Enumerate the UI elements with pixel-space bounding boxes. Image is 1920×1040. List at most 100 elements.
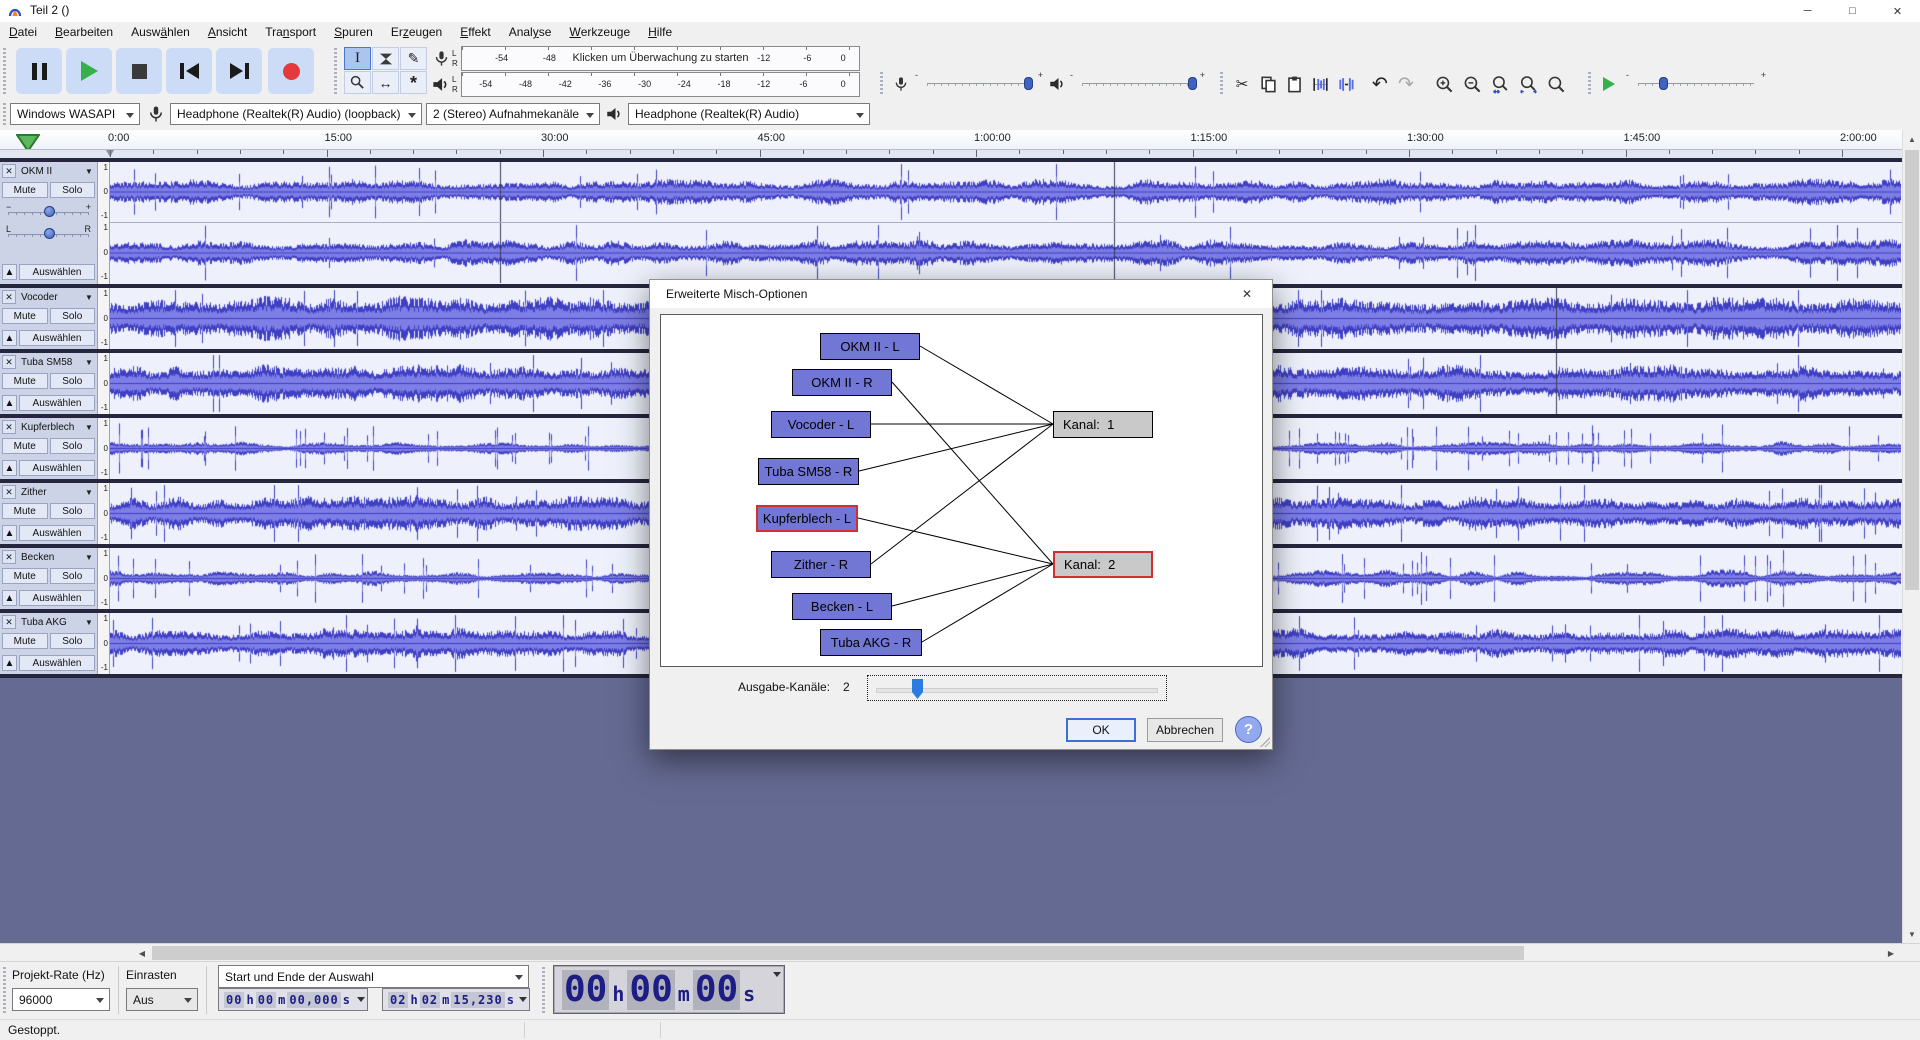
time-unit[interactable]: s [506, 993, 515, 1007]
track-close-button[interactable]: ✕ [2, 355, 16, 369]
undo-button[interactable]: ↶ [1368, 72, 1392, 96]
track-title[interactable]: Kupferblech [18, 420, 81, 434]
solo-button[interactable]: Solo [49, 633, 95, 649]
gain-slider[interactable]: − + [4, 202, 93, 218]
track-close-button[interactable]: ✕ [2, 290, 16, 304]
paste-button[interactable] [1282, 72, 1306, 96]
time-unit[interactable]: m [277, 993, 286, 1007]
output-channels-slider[interactable] [867, 675, 1167, 701]
track-control-panel[interactable]: ✕ Kupferblech ▼ Mute Solo ▲ Auswählen [0, 418, 98, 479]
menu-erzeugen[interactable]: Er z eugen [382, 22, 451, 42]
vertical-scale-ruler[interactable]: 1 0 -1 [98, 418, 110, 479]
zoom-in-button[interactable] [1432, 72, 1456, 96]
track-control-panel[interactable]: ✕ OKM II ▼ Mute Solo − + L R ▲ Auswählen [0, 162, 98, 284]
mute-button[interactable]: Mute [2, 308, 48, 324]
record-volume-slider[interactable]: - + [915, 70, 1043, 96]
vertical-scale-ruler[interactable]: 1 0 -1 1 0 -1 [98, 162, 110, 284]
track-close-button[interactable]: ✕ [2, 164, 16, 178]
timeline-ruler[interactable]: 0:00 15:00 30:00 45:00 1:00:00 1:15:00 1:30:00… [0, 130, 1920, 159]
menu-datei[interactable]: Datei [0, 22, 46, 42]
time-digits[interactable]: 00,000 [287, 991, 341, 1008]
vertical-scale-ruler[interactable]: 1 0 -1 [98, 613, 110, 674]
solo-button[interactable]: Solo [49, 308, 95, 324]
zoom-toggle-button[interactable] [1544, 72, 1568, 96]
collapse-button[interactable]: ▲ [2, 525, 17, 541]
select-track-button[interactable]: Auswählen [19, 330, 95, 346]
mute-button[interactable]: Mute [2, 503, 48, 519]
menu-bearbeiten[interactable]: Bearbeiten [46, 22, 122, 42]
selection-mode-select[interactable]: Start und Ende der Auswahl [218, 965, 529, 988]
dialog-resize-grip[interactable] [1260, 737, 1270, 747]
waveform-area[interactable] [110, 162, 1902, 284]
track-control-panel[interactable]: ✕ Tuba SM58 ▼ Mute Solo ▲ Auswählen [0, 353, 98, 414]
pan-slider-thumb[interactable] [43, 228, 55, 239]
track-menu-icon[interactable]: ▼ [83, 550, 95, 564]
transport-grip[interactable] [3, 48, 6, 94]
track-node-zither-r[interactable]: Zither - R [771, 551, 871, 578]
draw-tool-button[interactable]: ✎ [400, 47, 427, 70]
menu-effekt[interactable]: Effekt [451, 22, 499, 42]
audio-position-display[interactable]: 00 h 00 m 00 s [553, 965, 785, 1014]
playback-volume-thumb[interactable] [1188, 77, 1197, 90]
dialog-title-bar[interactable]: Erweiterte Misch-Optionen ✕ [650, 280, 1272, 308]
track-control-panel[interactable]: ✕ Zither ▼ Mute Solo ▲ Auswählen [0, 483, 98, 544]
track-menu-icon[interactable]: ▼ [83, 164, 95, 178]
time-unit[interactable]: h [245, 993, 254, 1007]
dialog-close-button[interactable]: ✕ [1230, 283, 1264, 305]
track-node-kupferblech-l[interactable]: Kupferblech - L [756, 505, 858, 532]
collapse-button[interactable]: ▲ [2, 460, 17, 476]
zoom-out-button[interactable] [1460, 72, 1484, 96]
playback-volume-slider[interactable]: - + [1070, 70, 1205, 96]
time-unit[interactable]: h [409, 993, 418, 1007]
selection-grip[interactable] [3, 967, 6, 1013]
vertical-scroll-thumb[interactable] [1905, 150, 1919, 590]
copy-button[interactable] [1256, 72, 1280, 96]
mute-button[interactable]: Mute [2, 633, 48, 649]
select-track-button[interactable]: Auswählen [19, 525, 95, 541]
track-control-panel[interactable]: ✕ Becken ▼ Mute Solo ▲ Auswählen [0, 548, 98, 609]
multi-tool-button[interactable]: * [400, 71, 427, 94]
track-title[interactable]: Becken [18, 550, 81, 564]
record-button[interactable] [268, 48, 314, 94]
record-volume-thumb[interactable] [1024, 77, 1033, 90]
track-node-okm-ii-l[interactable]: OKM II - L [820, 333, 920, 360]
track-control-panel[interactable]: ✕ Tuba AKG ▼ Mute Solo ▲ Auswählen [0, 613, 98, 674]
track-title[interactable]: Vocoder [18, 290, 81, 304]
time-unit[interactable]: m [678, 982, 690, 1006]
time-digits[interactable]: 00 [692, 969, 741, 1010]
menu-spuren[interactable]: Spuren [325, 22, 382, 42]
monitor-hint-text[interactable]: Klicken um Überwachung zu starten [568, 52, 753, 64]
play-speed-slider[interactable]: - + [1626, 70, 1766, 96]
envelope-tool-button[interactable] [372, 47, 399, 70]
vertical-scale-ruler[interactable]: 1 0 -1 [98, 548, 110, 609]
collapse-button[interactable]: ▲ [2, 264, 17, 280]
tools-grip[interactable] [334, 48, 337, 94]
time-grip[interactable] [542, 967, 545, 1013]
project-rate-select[interactable]: 96000 [12, 988, 110, 1011]
solo-button[interactable]: Solo [49, 182, 95, 198]
playback-device-select[interactable]: Headphone (Realtek(R) Audio) [628, 103, 870, 125]
track-menu-icon[interactable]: ▼ [83, 615, 95, 629]
pan-slider[interactable]: LR [4, 224, 93, 240]
time-digits[interactable]: 00 [627, 969, 675, 1010]
pause-button[interactable] [16, 48, 62, 94]
scroll-left-icon[interactable]: ◀ [135, 946, 149, 960]
track-close-button[interactable]: ✕ [2, 485, 16, 499]
fit-selection-button[interactable] [1488, 72, 1512, 96]
track-title[interactable]: OKM II [18, 164, 81, 178]
time-digits[interactable]: 00 [224, 991, 245, 1008]
device-grip[interactable] [3, 103, 6, 125]
time-digits[interactable]: 15,230 [451, 991, 505, 1008]
zoom-tool-button[interactable] [344, 71, 371, 94]
menu-analyse[interactable]: Anal y se [500, 22, 561, 42]
mute-button[interactable]: Mute [2, 438, 48, 454]
track-node-tuba-akg-r[interactable]: Tuba AKG - R [820, 629, 922, 656]
minimize-button[interactable]: ─ [1785, 0, 1830, 22]
time-digits[interactable]: 00 [562, 969, 610, 1010]
play-speed-thumb[interactable] [1659, 77, 1668, 90]
time-digits[interactable]: 00 [255, 991, 277, 1008]
mixing-diagram-panel[interactable]: OKM II - L OKM II - R Vocoder - L Tuba SM58… [660, 314, 1263, 667]
mute-button[interactable]: Mute [2, 373, 48, 389]
play-meter[interactable]: -54 -48 -42 -36 -30 -24 -18 -12 -6 0 [461, 72, 860, 97]
time-unit[interactable]: s [743, 982, 755, 1006]
